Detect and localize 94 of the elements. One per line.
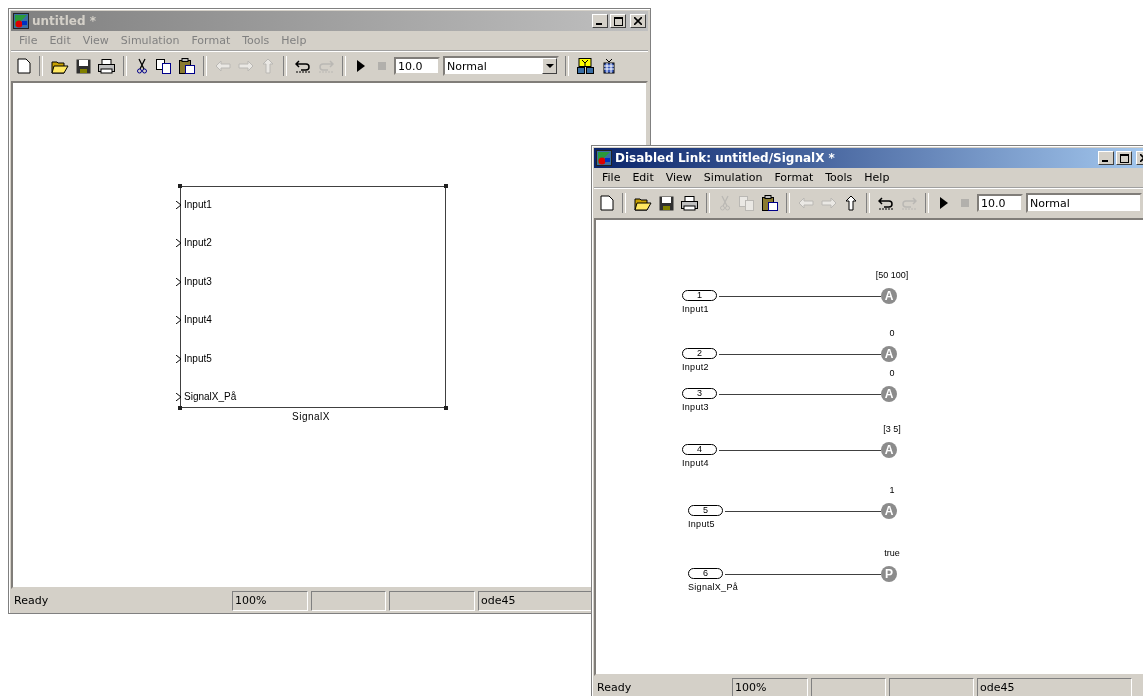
maximize-icon bbox=[613, 16, 623, 26]
right-arrow-icon bbox=[821, 197, 837, 209]
minimize-button[interactable] bbox=[592, 14, 608, 28]
model-icon bbox=[13, 13, 29, 29]
parameter-value: 1 bbox=[889, 485, 895, 495]
window-title: untitled * bbox=[32, 14, 96, 28]
stop-time-field[interactable]: 10.0 bbox=[977, 194, 1023, 212]
status-message: Ready bbox=[13, 593, 50, 609]
maximize-button[interactable] bbox=[1116, 151, 1132, 165]
right-arrow-icon bbox=[238, 60, 254, 72]
copy-icon bbox=[739, 195, 755, 211]
window-title: Disabled Link: untitled/SignalX * bbox=[615, 151, 835, 165]
inport-label: Input2 bbox=[682, 362, 709, 372]
close-icon bbox=[634, 17, 642, 25]
input-port-icon bbox=[176, 393, 181, 401]
new-button[interactable] bbox=[15, 55, 33, 77]
undo-icon bbox=[878, 196, 894, 210]
input-port-icon bbox=[176, 316, 181, 324]
port-label: SignalX_På bbox=[184, 391, 237, 402]
inport-label: Input1 bbox=[682, 304, 709, 314]
parameter-value: [50 100] bbox=[875, 270, 909, 280]
up-arrow-icon bbox=[262, 58, 274, 74]
redo-icon bbox=[318, 59, 334, 73]
library-button[interactable] bbox=[575, 55, 597, 77]
blank-page-icon bbox=[17, 58, 31, 74]
dropdown-button[interactable] bbox=[542, 58, 557, 74]
folder-icon bbox=[51, 58, 69, 74]
left-arrow-icon bbox=[215, 60, 231, 72]
minimize-button[interactable] bbox=[1098, 151, 1114, 165]
menu-item[interactable]: Simulation bbox=[697, 171, 769, 184]
parameter-value: [3 5] bbox=[883, 424, 901, 434]
inport-label: SignalX_På bbox=[688, 582, 739, 592]
folder-icon bbox=[634, 195, 652, 211]
blank-page-icon bbox=[600, 195, 614, 211]
zoom-level: 100% bbox=[732, 678, 808, 696]
debugger-icon bbox=[603, 58, 615, 74]
redo-icon bbox=[901, 196, 917, 210]
simulation-mode-dropdown[interactable]: Normal bbox=[1026, 193, 1142, 213]
port-label: Input5 bbox=[184, 353, 212, 364]
menu-item[interactable]: Edit bbox=[626, 171, 660, 184]
block-name: SignalX bbox=[292, 411, 330, 422]
input-port-icon bbox=[176, 278, 181, 286]
scissors-icon bbox=[137, 58, 147, 74]
menu-item[interactable]: View bbox=[659, 171, 698, 184]
port-label: Input2 bbox=[184, 237, 212, 248]
clipboard-icon bbox=[762, 195, 778, 211]
caret-icon bbox=[545, 63, 554, 69]
inport-block[interactable]: 5 bbox=[688, 505, 723, 516]
new-button[interactable] bbox=[598, 192, 616, 214]
clipboard-icon bbox=[179, 58, 195, 74]
scissors-icon bbox=[720, 195, 730, 211]
input-port-icon bbox=[176, 355, 181, 363]
port-label: Input4 bbox=[184, 314, 212, 325]
inport-label: Input4 bbox=[682, 458, 709, 468]
library-browser-icon bbox=[577, 58, 595, 74]
printer-icon bbox=[681, 195, 698, 211]
parameter-value: 0 bbox=[889, 328, 895, 338]
stop-icon bbox=[961, 199, 969, 207]
input-port-icon bbox=[176, 239, 181, 247]
zoom-level: 100% bbox=[232, 591, 308, 611]
maximize-icon bbox=[1119, 153, 1129, 163]
undo-icon bbox=[295, 59, 311, 73]
parameter-value: 0 bbox=[889, 368, 895, 378]
inport-block[interactable]: 6 bbox=[688, 568, 723, 579]
port-label: Input3 bbox=[184, 276, 212, 287]
inport-label: Input3 bbox=[682, 402, 709, 412]
play-icon bbox=[357, 60, 365, 72]
inport-block[interactable]: 3 bbox=[682, 388, 717, 399]
input-port-icon bbox=[176, 201, 181, 209]
menu-item[interactable]: File bbox=[596, 171, 627, 184]
up-arrow-icon bbox=[845, 195, 857, 211]
stop-time-field[interactable]: 10.0 bbox=[394, 57, 440, 75]
port-label: Input1 bbox=[184, 199, 212, 210]
menu-item[interactable]: Help bbox=[858, 171, 896, 184]
inport-block[interactable]: 1 bbox=[682, 290, 717, 301]
inport-block[interactable]: 2 bbox=[682, 348, 717, 359]
menu-item[interactable]: Tools bbox=[819, 171, 859, 184]
inport-block[interactable]: 4 bbox=[682, 444, 717, 455]
play-icon bbox=[940, 197, 948, 209]
left-arrow-icon bbox=[798, 197, 814, 209]
close-button[interactable] bbox=[630, 14, 646, 28]
maximize-button[interactable] bbox=[610, 14, 626, 28]
status-message: Ready bbox=[596, 680, 633, 696]
inport-label: Input5 bbox=[688, 519, 715, 529]
simulation-mode-dropdown[interactable]: Normal bbox=[443, 56, 559, 76]
paste-button[interactable] bbox=[760, 192, 780, 214]
printer-icon bbox=[98, 58, 115, 74]
solver-name: ode45 bbox=[977, 678, 1132, 696]
model-icon bbox=[596, 150, 612, 166]
copy-icon bbox=[156, 58, 172, 74]
parameter-value: true bbox=[884, 548, 900, 558]
stop-icon bbox=[378, 62, 386, 70]
menu-item[interactable]: Format bbox=[768, 171, 820, 184]
paste-button[interactable] bbox=[177, 55, 197, 77]
